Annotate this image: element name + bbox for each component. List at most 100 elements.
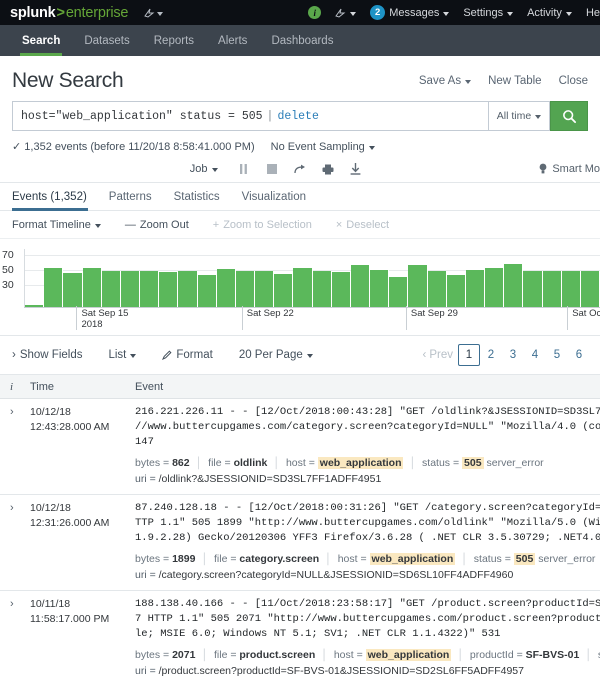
stop-icon[interactable] — [266, 163, 278, 175]
info-icon[interactable]: i — [308, 6, 321, 19]
event-field[interactable]: file = category.screen — [214, 553, 319, 565]
zoom-out-button[interactable]: — Zoom Out — [125, 219, 189, 231]
page-button-5[interactable]: 5 — [546, 344, 568, 366]
chart-bar[interactable] — [102, 271, 121, 307]
nav-item-alerts[interactable]: Alerts — [206, 25, 259, 56]
save-as-button[interactable]: Save As — [419, 75, 471, 87]
nav-item-reports[interactable]: Reports — [142, 25, 206, 56]
per-page-dropdown[interactable]: 20 Per Page — [239, 349, 313, 361]
expand-row-icon[interactable]: › — [0, 597, 30, 679]
event-field[interactable]: host = web_application — [334, 649, 452, 661]
show-fields-button[interactable]: › Show Fields — [12, 349, 82, 361]
field-value: category.screen — [239, 553, 319, 565]
search-input[interactable]: host="web_application" status = 505 | de… — [12, 101, 488, 131]
event-field[interactable]: file = product.screen — [214, 649, 315, 661]
chart-bar[interactable] — [351, 265, 370, 307]
search-mode-selector[interactable]: Smart Mo — [539, 163, 600, 175]
chart-bar[interactable] — [293, 268, 312, 307]
chart-bar[interactable] — [44, 268, 63, 307]
chart-bar[interactable] — [447, 275, 466, 307]
chart-bar[interactable] — [332, 272, 351, 307]
job-menu-button[interactable]: Job — [190, 163, 218, 175]
search-submit-button[interactable] — [550, 101, 588, 131]
table-row[interactable]: ›10/11/1811:58:17.000 PM188.138.40.166 -… — [0, 591, 600, 685]
table-row[interactable]: ›10/12/1812:31:26.000 AM87.240.128.18 - … — [0, 495, 600, 591]
page-button-6[interactable]: 6 — [568, 344, 590, 366]
expand-row-icon[interactable]: › — [0, 501, 30, 583]
event-uri-field[interactable]: uri = /product.screen?productId=SF-BVS-0… — [135, 663, 600, 679]
page-button-3[interactable]: 3 — [502, 344, 524, 366]
event-timestamp[interactable]: 10/12/1812:31:26.000 AM — [30, 501, 135, 583]
chart-bar[interactable] — [274, 274, 293, 307]
expand-row-icon[interactable]: › — [0, 405, 30, 487]
nav-item-dashboards[interactable]: Dashboards — [259, 25, 345, 56]
chart-bar[interactable] — [313, 271, 332, 307]
pause-icon[interactable] — [238, 163, 250, 175]
chart-bar[interactable] — [198, 275, 217, 307]
chart-bar[interactable] — [370, 270, 389, 307]
app-switcher-icon[interactable] — [144, 8, 163, 18]
timeline-chart[interactable]: 705030 Sat Sep 152018Sat Sep 22Sat Sep 2… — [0, 245, 600, 335]
export-icon[interactable] — [350, 163, 362, 175]
event-uri-field[interactable]: uri = /oldlink?&JSESSIONID=SD3SL7FF1ADFF… — [135, 471, 600, 487]
chart-bar[interactable] — [504, 264, 523, 307]
chart-bar[interactable] — [121, 271, 140, 307]
chart-bar[interactable] — [581, 271, 600, 307]
chart-bar[interactable] — [140, 271, 159, 307]
tab-events[interactable]: Events (1,352) — [12, 183, 98, 210]
tab-visualization[interactable]: Visualization — [231, 183, 317, 210]
page-button-4[interactable]: 4 — [524, 344, 546, 366]
splunk-logo[interactable]: splunk>enterprise — [10, 5, 128, 21]
chart-bar[interactable] — [562, 271, 581, 307]
chart-bar[interactable] — [523, 271, 542, 307]
event-field[interactable]: status = 505 server_error — [422, 457, 544, 469]
chart-bar[interactable] — [466, 270, 485, 307]
event-field[interactable]: bytes = 2071 — [135, 649, 195, 661]
event-field[interactable]: file = oldlink — [208, 457, 267, 469]
chart-bar[interactable] — [217, 269, 236, 307]
event-field[interactable]: bytes = 1899 — [135, 553, 195, 565]
chart-bar[interactable] — [255, 271, 274, 307]
chart-plot-area[interactable] — [24, 249, 600, 307]
event-sampling-dropdown[interactable]: No Event Sampling — [271, 141, 375, 153]
event-field[interactable]: host = web_application — [286, 457, 404, 469]
chart-bar[interactable] — [428, 271, 447, 307]
print-icon[interactable] — [322, 163, 334, 175]
chart-bar[interactable] — [408, 265, 427, 307]
page-button-2[interactable]: 2 — [480, 344, 502, 366]
chart-bar[interactable] — [83, 268, 102, 307]
format-timeline-dropdown[interactable]: Format Timeline — [12, 219, 101, 231]
chart-bar[interactable] — [485, 268, 504, 307]
page-button-1[interactable]: 1 — [458, 344, 480, 366]
chart-bar[interactable] — [159, 272, 178, 307]
pin-icon[interactable] — [335, 8, 356, 18]
chart-bar[interactable] — [389, 277, 408, 307]
event-field[interactable]: bytes = 862 — [135, 457, 190, 469]
new-table-button[interactable]: New Table — [488, 75, 542, 87]
event-field[interactable]: status = 505 server_error — [474, 553, 596, 565]
activity-menu[interactable]: Activity — [527, 7, 572, 19]
table-row[interactable]: ›10/12/1812:43:28.000 AM216.221.226.11 -… — [0, 399, 600, 495]
nav-item-search[interactable]: Search — [10, 25, 72, 56]
list-mode-dropdown[interactable]: List — [108, 349, 136, 361]
event-field[interactable]: productId = SF-BVS-01 — [470, 649, 579, 661]
event-timestamp[interactable]: 10/11/1811:58:17.000 PM — [30, 597, 135, 679]
help-menu[interactable]: He — [586, 7, 600, 19]
tab-label: Patterns — [109, 191, 152, 203]
tab-patterns[interactable]: Patterns — [98, 183, 163, 210]
time-range-picker[interactable]: All time — [488, 101, 550, 131]
event-field[interactable]: host = web_application — [338, 553, 456, 565]
chart-bar[interactable] — [543, 271, 562, 307]
event-uri-field[interactable]: uri = /category.screen?categoryId=NULL&J… — [135, 567, 600, 583]
close-button[interactable]: Close — [559, 75, 588, 87]
chart-bar[interactable] — [236, 271, 255, 307]
chart-bar[interactable] — [178, 271, 197, 307]
tab-statistics[interactable]: Statistics — [163, 183, 231, 210]
format-button[interactable]: Format — [162, 349, 212, 361]
settings-menu[interactable]: Settings — [463, 7, 513, 19]
share-icon[interactable] — [294, 163, 306, 175]
chart-bar[interactable] — [63, 273, 82, 307]
event-timestamp[interactable]: 10/12/1812:43:28.000 AM — [30, 405, 135, 487]
nav-item-datasets[interactable]: Datasets — [72, 25, 141, 56]
messages-menu[interactable]: 2 Messages — [370, 5, 449, 20]
